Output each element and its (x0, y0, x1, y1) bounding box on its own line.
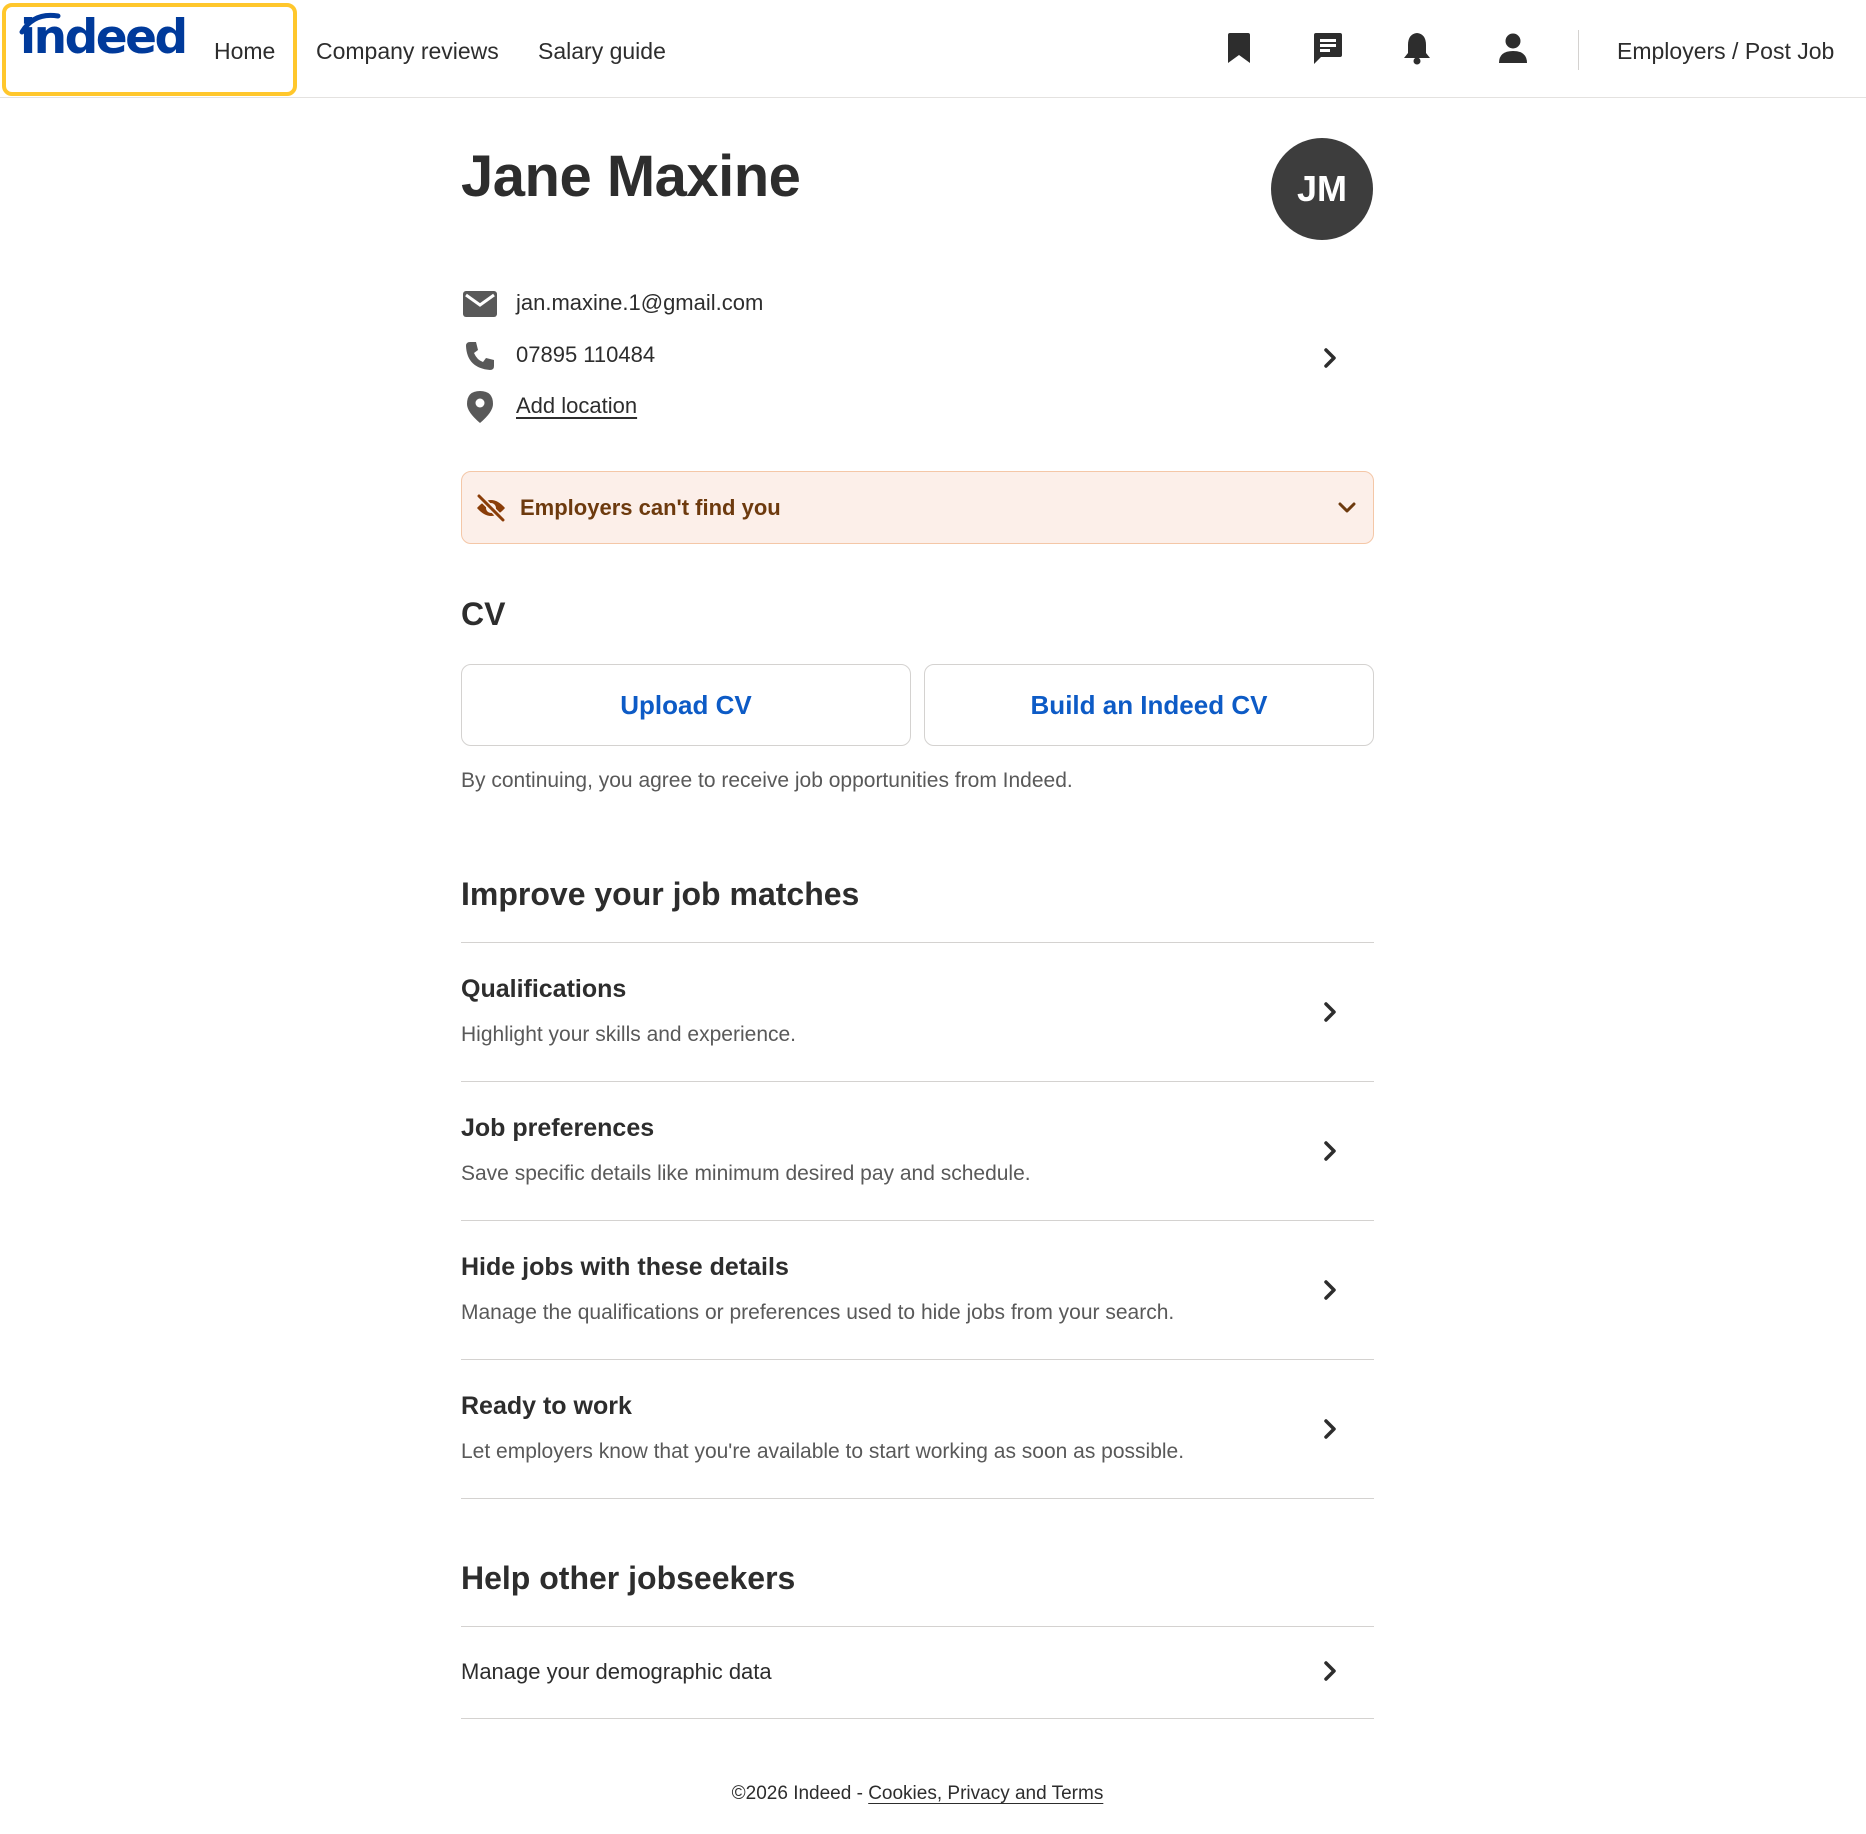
edit-contact-chevron-icon[interactable] (1315, 343, 1345, 373)
contact-location-row: Add location (461, 387, 1374, 427)
top-navigation-bar: indeed Home Company reviews Salary guide… (0, 0, 1866, 98)
chevron-right-icon (1315, 997, 1345, 1027)
chevron-right-icon (1315, 1656, 1345, 1686)
visibility-warning-text: Employers can't find you (520, 495, 781, 520)
phone-text: 07895 110484 (516, 342, 656, 367)
job-match-item-description: Save specific details like minimum desir… (461, 1162, 1031, 1185)
job-match-item-title: Job preferences (461, 1114, 655, 1142)
indeed-logo[interactable]: indeed (14, 8, 188, 78)
footer-copyright: ©2026 Indeed - (731, 1783, 869, 1804)
nav-employers-post-job[interactable]: Employers / Post Job (1617, 34, 1834, 68)
contact-email-row: jan.maxine.1@gmail.com (461, 284, 1374, 324)
contact-phone-row: 07895 110484 (461, 336, 1374, 376)
divider (461, 1718, 1374, 1719)
job-matches-heading: Improve your job matches (461, 876, 860, 912)
cv-consent-note: By continuing, you agree to receive job … (461, 769, 1073, 792)
add-location-link[interactable]: Add location (516, 391, 637, 421)
job-match-item-description: Let employers know that you're available… (461, 1440, 1185, 1463)
location-pin-icon (461, 389, 499, 425)
demographic-data-text: Manage your demographic data (461, 1659, 772, 1684)
bell-icon[interactable] (1397, 28, 1437, 68)
demographic-data-link[interactable]: Manage your demographic data (461, 1626, 1374, 1718)
logo-text: indeed (20, 10, 188, 65)
build-indeed-cv-button[interactable]: Build an Indeed CV (924, 664, 1374, 746)
avatar: JM (1271, 138, 1373, 240)
visibility-warning-banner[interactable]: Employers can't find you (461, 471, 1374, 544)
footer: ©2026 Indeed - Cookies, Privacy and Term… (461, 1780, 1374, 1808)
job-match-item-title: Hide jobs with these details (461, 1253, 789, 1281)
profile-name: Jane Maxine (461, 144, 801, 209)
job-match-item-description: Highlight your skills and experience. (461, 1023, 797, 1046)
job-match-item-title: Ready to work (461, 1392, 632, 1420)
footer-cookies-privacy-terms-link[interactable]: Cookies, Privacy and Terms (868, 1783, 1103, 1804)
job-match-item-description: Manage the qualifications or preferences… (461, 1301, 1175, 1324)
help-jobseekers-heading: Help other jobseekers (461, 1560, 796, 1596)
nav-home[interactable]: Home (214, 34, 275, 68)
cv-heading: CV (461, 596, 506, 632)
nav-salary-guide[interactable]: Salary guide (538, 34, 666, 68)
nav-company-reviews[interactable]: Company reviews (316, 34, 499, 68)
job-match-item-job-preferences[interactable]: Job preferences Save specific details li… (461, 1081, 1374, 1219)
messages-icon[interactable] (1308, 28, 1348, 68)
chevron-right-icon (1315, 1275, 1345, 1305)
divider (461, 1498, 1374, 1499)
phone-icon (461, 338, 499, 374)
avatar-initials: JM (1296, 168, 1347, 209)
envelope-icon (461, 286, 499, 322)
email-text: jan.maxine.1@gmail.com (516, 290, 764, 315)
job-match-item-hide-jobs[interactable]: Hide jobs with these details Manage the … (461, 1220, 1374, 1358)
chevron-right-icon (1315, 1414, 1345, 1444)
bookmark-icon[interactable] (1219, 28, 1259, 68)
eye-off-icon (474, 492, 508, 524)
job-match-item-title: Qualifications (461, 975, 627, 1003)
upload-cv-button[interactable]: Upload CV (461, 664, 911, 746)
job-match-item-ready-to-work[interactable]: Ready to work Let employers know that yo… (461, 1359, 1374, 1497)
person-icon[interactable] (1493, 28, 1533, 68)
chevron-down-icon (1332, 492, 1362, 524)
chevron-right-icon (1315, 1136, 1345, 1166)
job-match-item-qualifications[interactable]: Qualifications Highlight your skills and… (461, 942, 1374, 1080)
header-divider (1578, 30, 1579, 70)
